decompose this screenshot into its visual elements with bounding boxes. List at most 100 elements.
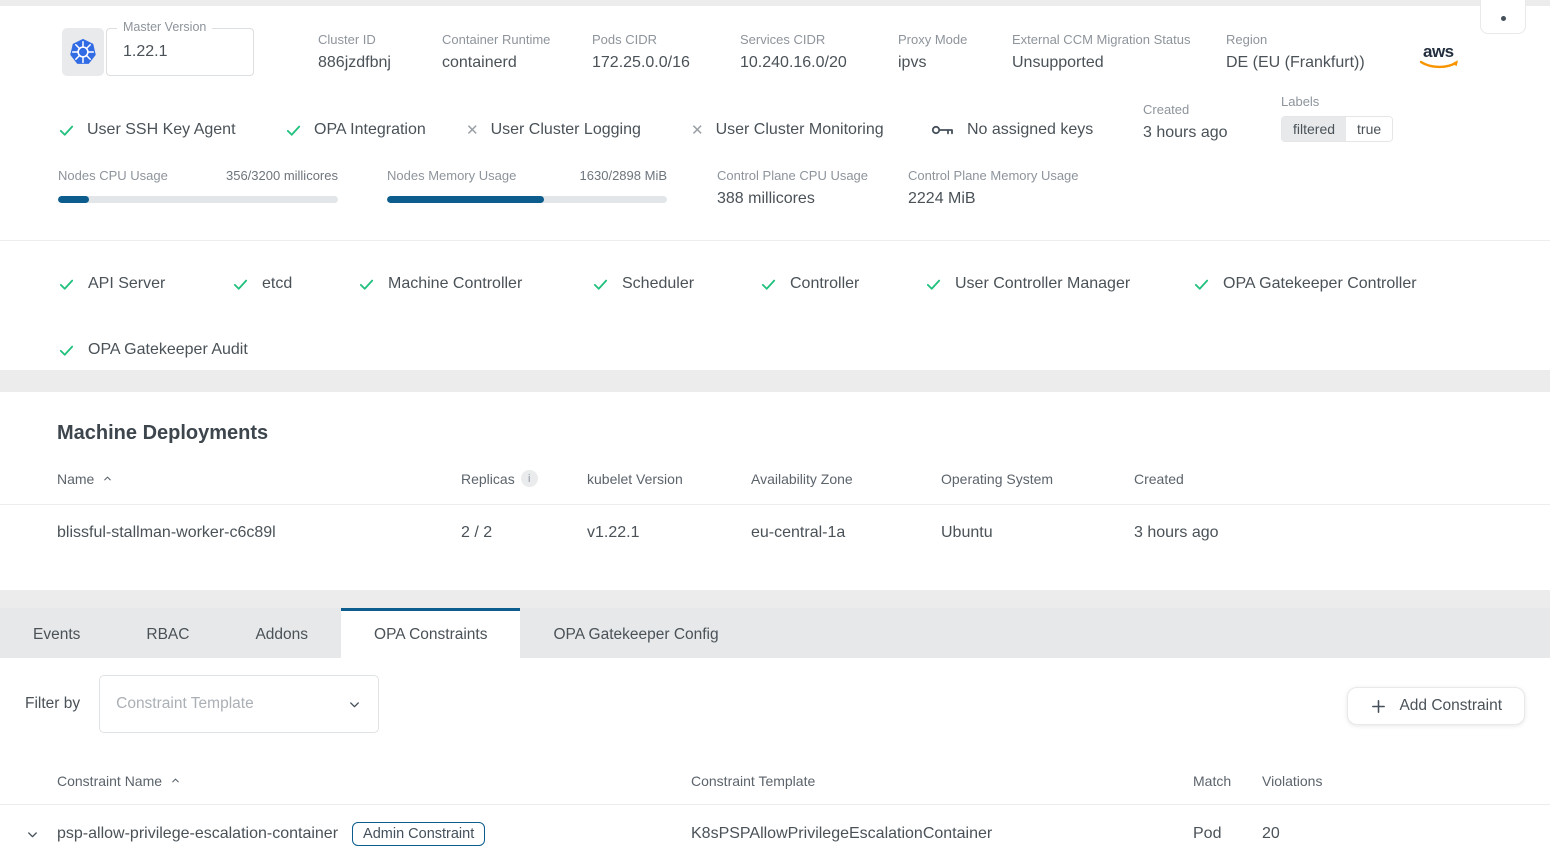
constraints-table-header: Constraint Name Constraint Template Matc… bbox=[0, 757, 1550, 805]
created-label: Created bbox=[1143, 102, 1281, 117]
tab-label: RBAC bbox=[146, 626, 189, 644]
field-label: Cluster ID bbox=[318, 32, 442, 47]
health-label: API Server bbox=[88, 275, 165, 293]
add-constraint-button[interactable]: Add Constraint bbox=[1347, 687, 1525, 725]
field-value: DE (EU (Frankfurt)) bbox=[1226, 54, 1402, 72]
column-kubelet-version: kubelet Version bbox=[587, 471, 751, 487]
health-checks: API Server etcd Machine Controller Sched… bbox=[0, 241, 1550, 359]
feature-label: User Cluster Monitoring bbox=[716, 121, 884, 139]
tab-label: OPA Constraints bbox=[374, 626, 487, 644]
label-value: true bbox=[1346, 117, 1392, 141]
chevron-down-icon bbox=[347, 697, 362, 712]
detail-tabs: Events RBAC Addons OPA Constraints OPA G… bbox=[0, 608, 1550, 658]
constraint-template: K8sPSPAllowPrivilegeEscalationContainer bbox=[691, 825, 1193, 843]
key-icon bbox=[931, 122, 955, 138]
progress-bar bbox=[58, 196, 338, 203]
more-menu-button[interactable] bbox=[1480, 0, 1526, 34]
column-label: Name bbox=[57, 471, 94, 487]
pods-cidr-field: Pods CIDR 172.25.0.0/16 bbox=[592, 28, 740, 72]
cluster-id-field: Cluster ID 886jzdfbnj bbox=[318, 28, 442, 72]
feature-label: User SSH Key Agent bbox=[87, 121, 236, 139]
column-replicas: Replicas i bbox=[461, 470, 587, 487]
column-label: Availability Zone bbox=[751, 471, 853, 487]
feature-ssh-key-agent: User SSH Key Agent bbox=[58, 121, 285, 142]
health-opa-gatekeeper-controller: OPA Gatekeeper Controller bbox=[1193, 275, 1417, 293]
column-name[interactable]: Name bbox=[57, 471, 461, 487]
expand-chevron-icon[interactable] bbox=[25, 827, 40, 842]
feature-label: User Cluster Logging bbox=[491, 121, 641, 139]
nodes-cpu-meter: Nodes CPU Usage 356/3200 millicores bbox=[58, 168, 338, 218]
machine-deployment-row[interactable]: blissful-stallman-worker-c6c89l 2 / 2 v1… bbox=[0, 505, 1550, 560]
constraint-name: psp-allow-privilege-escalation-container bbox=[57, 825, 338, 843]
labels-field: Labels filteredtrue bbox=[1281, 94, 1393, 142]
proxy-mode-field: Proxy Mode ipvs bbox=[898, 28, 1012, 72]
meter-label: Nodes CPU Usage bbox=[58, 168, 168, 183]
deployment-name[interactable]: blissful-stallman-worker-c6c89l bbox=[57, 524, 461, 542]
field-value: 10.240.16.0/20 bbox=[740, 54, 898, 72]
field-value: ipvs bbox=[898, 54, 1012, 72]
constraint-violations: 20 bbox=[1262, 825, 1550, 843]
health-label: OPA Gatekeeper Audit bbox=[88, 341, 248, 359]
select-placeholder: Constraint Template bbox=[116, 695, 347, 713]
column-constraint-name[interactable]: Constraint Name bbox=[57, 773, 691, 789]
field-label: Container Runtime bbox=[442, 32, 592, 47]
tab-rbac[interactable]: RBAC bbox=[113, 608, 222, 658]
health-label: Scheduler bbox=[622, 275, 694, 293]
constraint-row[interactable]: psp-allow-privilege-escalation-container… bbox=[0, 805, 1550, 851]
check-icon bbox=[285, 122, 302, 139]
check-icon bbox=[760, 276, 777, 293]
tab-opa-constraints[interactable]: OPA Constraints bbox=[341, 608, 520, 658]
feature-user-cluster-logging: ✕ User Cluster Logging bbox=[466, 121, 691, 142]
ccm-migration-field: External CCM Migration Status Unsupporte… bbox=[1012, 28, 1226, 72]
check-icon bbox=[58, 276, 75, 293]
check-icon bbox=[592, 276, 609, 293]
machine-deployments-title: Machine Deployments bbox=[0, 392, 1550, 445]
opa-constraints-panel: Filter by Constraint Template Add Constr… bbox=[0, 658, 1550, 851]
health-label: etcd bbox=[262, 275, 292, 293]
feature-opa-integration: OPA Integration bbox=[285, 121, 466, 142]
health-machine-controller: Machine Controller bbox=[358, 275, 592, 293]
field-label: Pods CIDR bbox=[592, 32, 740, 47]
deployment-availability-zone: eu-central-1a bbox=[751, 524, 941, 542]
column-label: kubelet Version bbox=[587, 471, 683, 487]
tab-label: Events bbox=[33, 626, 80, 644]
cluster-info-row: Master Version 1.22.1 Cluster ID 886jzdf… bbox=[0, 6, 1550, 92]
health-label: User Controller Manager bbox=[955, 275, 1130, 293]
sort-asc-icon bbox=[170, 775, 181, 786]
deployment-operating-system: Ubuntu bbox=[941, 524, 1134, 542]
services-cidr-field: Services CIDR 10.240.16.0/20 bbox=[740, 28, 898, 72]
container-runtime-field: Container Runtime containerd bbox=[442, 28, 592, 72]
cluster-metrics-row: Nodes CPU Usage 356/3200 millicores Node… bbox=[0, 142, 1550, 218]
tab-opa-gatekeeper-config[interactable]: OPA Gatekeeper Config bbox=[520, 608, 751, 658]
tab-events[interactable]: Events bbox=[0, 608, 113, 658]
created-value: 3 hours ago bbox=[1143, 124, 1281, 142]
field-value: 886jzdfbnj bbox=[318, 54, 442, 72]
field-label: Control Plane Memory Usage bbox=[908, 168, 1079, 183]
machine-deployments-panel: Machine Deployments Name Replicas i kube… bbox=[0, 392, 1550, 590]
column-label: Replicas bbox=[461, 471, 515, 487]
field-value: 172.25.0.0/16 bbox=[592, 54, 740, 72]
tab-addons[interactable]: Addons bbox=[222, 608, 341, 658]
field-value: 2224 MiB bbox=[908, 190, 1079, 208]
health-etcd: etcd bbox=[232, 275, 358, 293]
column-label: Match bbox=[1193, 773, 1231, 789]
x-icon: ✕ bbox=[466, 121, 479, 139]
field-label: Proxy Mode bbox=[898, 32, 1012, 47]
column-label: Created bbox=[1134, 471, 1184, 487]
field-value: Unsupported bbox=[1012, 54, 1226, 72]
sort-asc-icon bbox=[102, 473, 113, 484]
column-operating-system: Operating System bbox=[941, 471, 1134, 487]
progress-bar bbox=[387, 196, 667, 203]
field-value: 388 millicores bbox=[717, 190, 908, 208]
constraints-filter-row: Filter by Constraint Template Add Constr… bbox=[0, 658, 1550, 733]
nodes-memory-meter: Nodes Memory Usage 1630/2898 MiB bbox=[387, 168, 667, 218]
progress-fill bbox=[387, 196, 544, 203]
info-icon[interactable]: i bbox=[521, 470, 538, 487]
health-label: OPA Gatekeeper Controller bbox=[1223, 275, 1417, 293]
column-label: Operating System bbox=[941, 471, 1053, 487]
column-availability-zone: Availability Zone bbox=[751, 471, 941, 487]
constraint-template-select[interactable]: Constraint Template bbox=[99, 675, 379, 733]
ssh-keys-label: No assigned keys bbox=[967, 121, 1093, 139]
ssh-keys-status[interactable]: No assigned keys bbox=[931, 121, 1143, 142]
cluster-features-row: User SSH Key Agent OPA Integration ✕ Use… bbox=[0, 92, 1550, 142]
